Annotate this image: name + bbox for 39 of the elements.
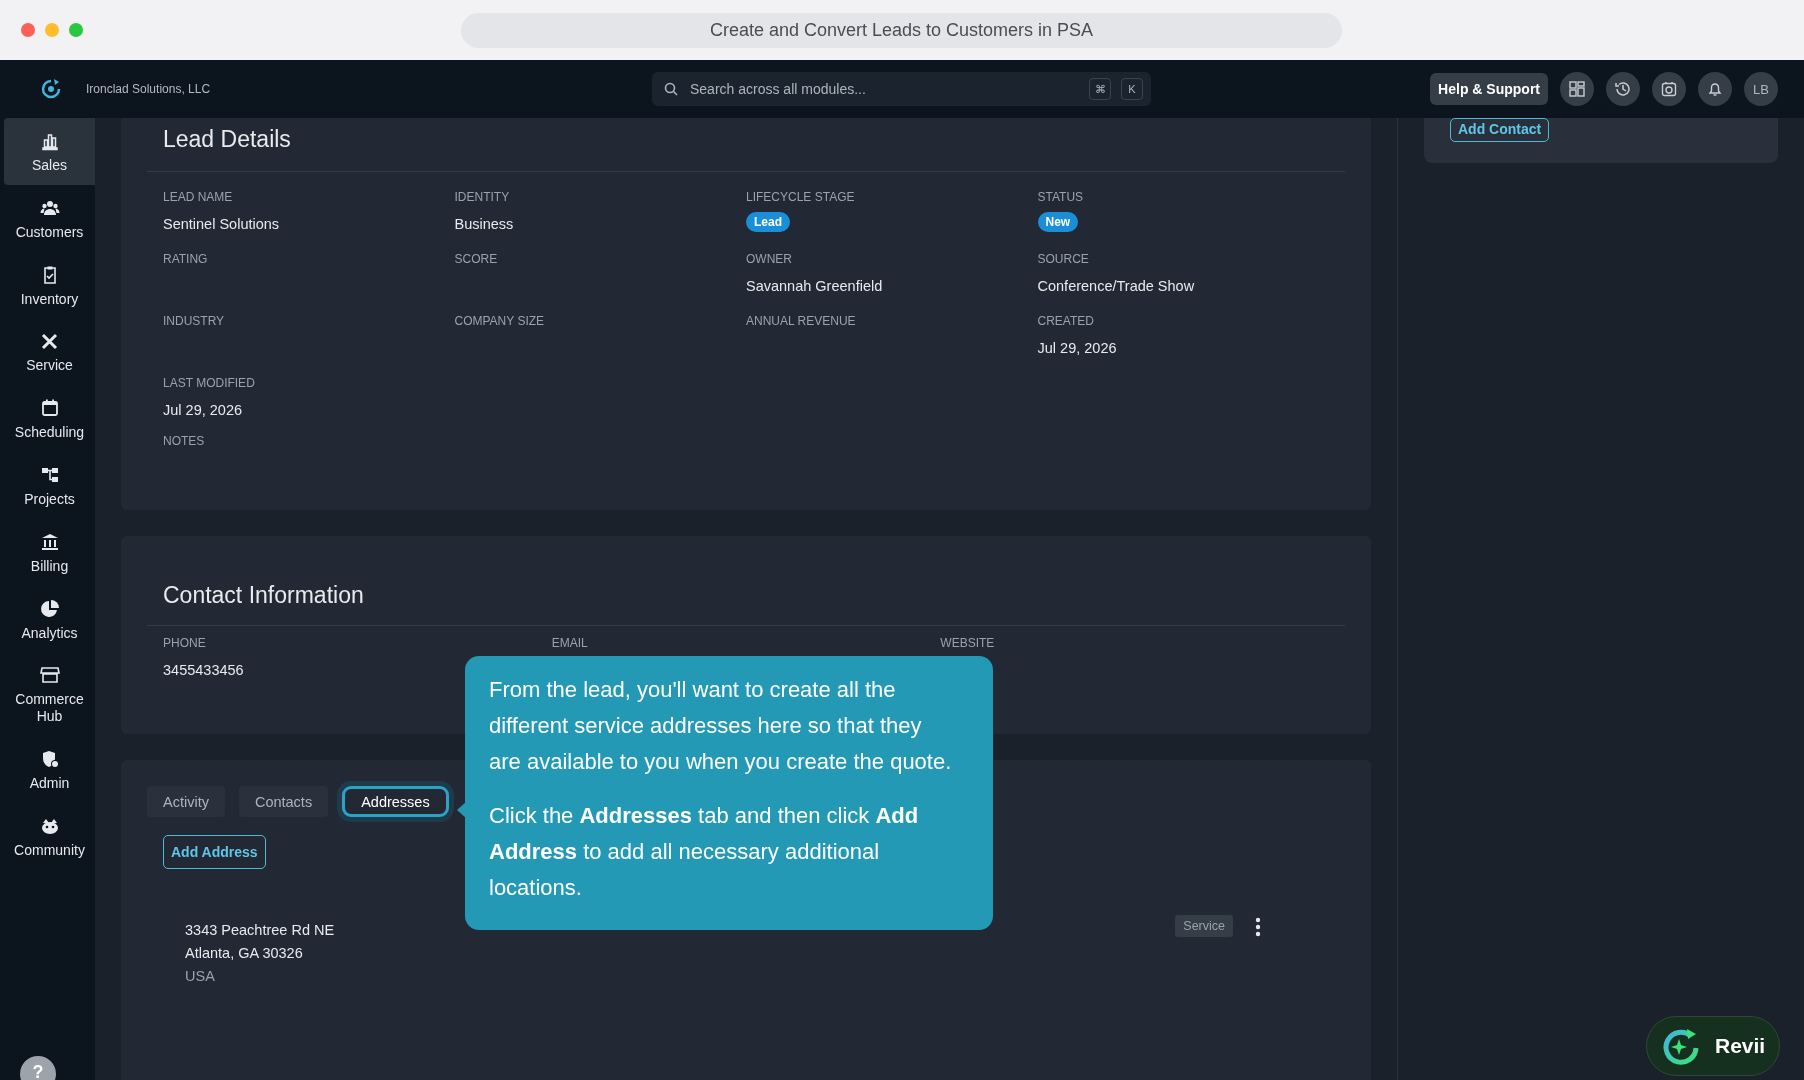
field-label: INDUSTRY: [163, 314, 226, 328]
field-value: Sentinel Solutions: [163, 216, 281, 232]
field-value: Jul 29, 2026: [1037, 340, 1118, 356]
stage-badge: Lead: [746, 212, 790, 232]
field-label: WEBSITE: [940, 636, 996, 650]
field-label: SOURCE: [1037, 252, 1090, 266]
field-label: CREATED: [1037, 314, 1095, 328]
tooltip-text: From the lead, you'll want to create all the different service addresses here so that they are available to you when you create the quote.: [489, 676, 953, 776]
field-label: RATING: [163, 252, 209, 266]
field-value: Business: [454, 216, 515, 232]
field-label: SCORE: [454, 252, 499, 266]
company-name: Ironclad Solutions, LLC: [86, 82, 211, 96]
address-line: Atlanta, GA 30326: [185, 944, 303, 963]
window-title: Create and Convert Leads to Customers in PSA: [461, 13, 1342, 48]
field-value: Conference/Trade Show: [1037, 278, 1196, 294]
field-value: Jul 29, 2026: [163, 402, 243, 418]
stage-badge: New: [1037, 212, 1079, 232]
section-title: Lead Details: [147, 126, 1345, 172]
field-value: 3455433456: [163, 662, 245, 678]
field-label: LIFECYCLE STAGE: [746, 190, 856, 204]
field-label: STATUS: [1037, 190, 1085, 204]
field-label: ANNUAL REVENUE: [746, 314, 857, 328]
field-label: LAST MODIFIED: [163, 376, 256, 390]
field-label: COMPANY SIZE: [454, 314, 546, 328]
address-country: USA: [185, 967, 215, 986]
address-line: 3343 Peachtree Rd NE: [185, 921, 335, 940]
field-label: EMAIL: [551, 636, 589, 650]
assistant-label: Revii: [1715, 1034, 1766, 1058]
field-label: IDENTITY: [454, 190, 511, 204]
field-label: NOTES: [163, 434, 206, 448]
shortcut-key: K: [1121, 78, 1143, 100]
shortcut-key: ⌘: [1089, 78, 1111, 100]
section-title: Contact Information: [147, 582, 1345, 626]
address-type-tag: Service: [1175, 915, 1233, 937]
field-label: LEAD NAME: [163, 190, 234, 204]
field-label: PHONE: [163, 636, 207, 650]
field-value: Savannah Greenfield: [746, 278, 884, 294]
field-label: OWNER: [746, 252, 793, 266]
tooltip-text: Click the Addresses tab and then click Add Address to add all necessary additional locations.: [489, 802, 920, 902]
